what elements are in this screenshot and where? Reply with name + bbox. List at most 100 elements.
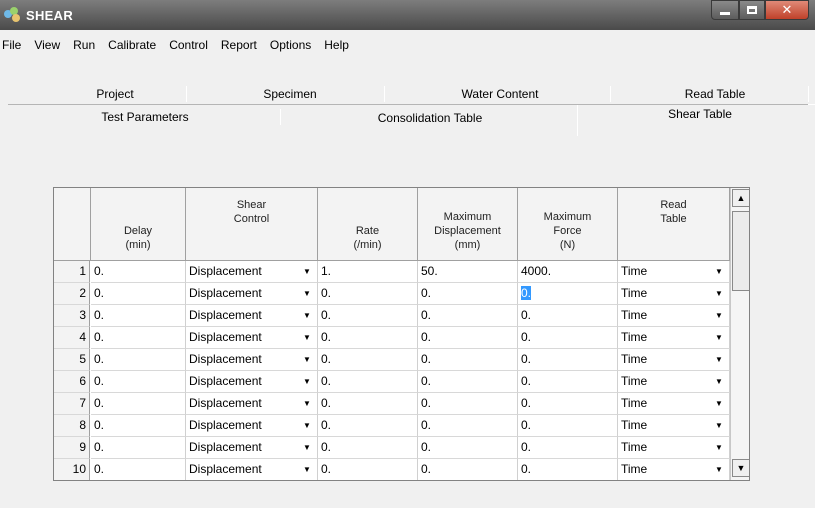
tab-water-content[interactable]: Water Content bbox=[405, 87, 595, 101]
row-number[interactable]: 7 bbox=[54, 393, 90, 415]
max-force-cell[interactable]: 0. bbox=[518, 415, 618, 437]
rate-cell[interactable]: 0. bbox=[318, 305, 418, 327]
chevron-down-icon[interactable]: ▼ bbox=[300, 439, 314, 456]
title-bar[interactable]: SHEAR ✕ bbox=[0, 0, 815, 30]
scroll-up-button[interactable]: ▲ bbox=[732, 189, 749, 207]
max-force-cell[interactable]: 0. bbox=[518, 371, 618, 393]
row-number[interactable]: 1 bbox=[54, 261, 90, 283]
chevron-down-icon[interactable]: ▼ bbox=[300, 395, 314, 412]
row-number[interactable]: 9 bbox=[54, 437, 90, 459]
delay-cell[interactable]: 0. bbox=[91, 305, 186, 327]
max-force-cell[interactable]: 0. bbox=[518, 283, 618, 305]
tab-test-parameters[interactable]: Test Parameters bbox=[60, 110, 230, 124]
chevron-down-icon[interactable]: ▼ bbox=[300, 373, 314, 390]
chevron-down-icon[interactable]: ▼ bbox=[712, 329, 726, 346]
row-number[interactable]: 8 bbox=[54, 415, 90, 437]
delay-cell[interactable]: 0. bbox=[91, 437, 186, 459]
delay-cell[interactable]: 0. bbox=[91, 459, 186, 480]
chevron-down-icon[interactable]: ▼ bbox=[300, 417, 314, 434]
tab-consolidation-table[interactable]: Consolidation Table bbox=[320, 111, 540, 125]
read-table-dropdown[interactable]: Time ▼ bbox=[618, 305, 730, 327]
menu-view[interactable]: View bbox=[34, 38, 60, 56]
read-table-dropdown[interactable]: Time ▼ bbox=[618, 349, 730, 371]
tab-specimen[interactable]: Specimen bbox=[210, 87, 370, 101]
chevron-down-icon[interactable]: ▼ bbox=[712, 351, 726, 368]
max-displacement-cell[interactable]: 0. bbox=[418, 283, 518, 305]
max-displacement-cell[interactable]: 50. bbox=[418, 261, 518, 283]
max-displacement-cell[interactable]: 0. bbox=[418, 349, 518, 371]
max-displacement-cell[interactable]: 0. bbox=[418, 437, 518, 459]
menu-report[interactable]: Report bbox=[221, 38, 257, 56]
shear-control-dropdown[interactable]: Displacement ▼ bbox=[186, 371, 318, 393]
max-displacement-cell[interactable]: 0. bbox=[418, 459, 518, 480]
rate-cell[interactable]: 0. bbox=[318, 415, 418, 437]
chevron-down-icon[interactable]: ▼ bbox=[712, 461, 726, 478]
max-force-cell[interactable]: 0. bbox=[518, 327, 618, 349]
max-displacement-cell[interactable]: 0. bbox=[418, 415, 518, 437]
max-displacement-cell[interactable]: 0. bbox=[418, 393, 518, 415]
menu-help[interactable]: Help bbox=[324, 38, 349, 56]
chevron-down-icon[interactable]: ▼ bbox=[712, 285, 726, 302]
read-table-dropdown[interactable]: Time ▼ bbox=[618, 371, 730, 393]
chevron-down-icon[interactable]: ▼ bbox=[712, 395, 726, 412]
chevron-down-icon[interactable]: ▼ bbox=[300, 461, 314, 478]
vertical-scrollbar[interactable]: ▲ ▼ bbox=[730, 188, 749, 480]
read-table-dropdown[interactable]: Time ▼ bbox=[618, 437, 730, 459]
rate-cell[interactable]: 0. bbox=[318, 371, 418, 393]
tab-read-table[interactable]: Read Table bbox=[630, 87, 800, 101]
max-force-cell[interactable]: 0. bbox=[518, 437, 618, 459]
rate-cell[interactable]: 0. bbox=[318, 437, 418, 459]
read-table-dropdown[interactable]: Time ▼ bbox=[618, 459, 730, 480]
delay-cell[interactable]: 0. bbox=[91, 393, 186, 415]
row-number[interactable]: 2 bbox=[54, 283, 90, 305]
menu-options[interactable]: Options bbox=[270, 38, 311, 56]
chevron-down-icon[interactable]: ▼ bbox=[300, 285, 314, 302]
minimize-button[interactable] bbox=[711, 0, 739, 20]
chevron-down-icon[interactable]: ▼ bbox=[712, 307, 726, 324]
delay-cell[interactable]: 0. bbox=[91, 283, 186, 305]
row-number[interactable]: 4 bbox=[54, 327, 90, 349]
scroll-down-button[interactable]: ▼ bbox=[732, 459, 749, 477]
rate-cell[interactable]: 0. bbox=[318, 459, 418, 480]
max-force-cell[interactable]: 0. bbox=[518, 393, 618, 415]
rate-cell[interactable]: 0. bbox=[318, 349, 418, 371]
delay-cell[interactable]: 0. bbox=[91, 415, 186, 437]
close-button[interactable]: ✕ bbox=[765, 0, 809, 20]
shear-control-dropdown[interactable]: Displacement ▼ bbox=[186, 415, 318, 437]
delay-cell[interactable]: 0. bbox=[91, 327, 186, 349]
menu-control[interactable]: Control bbox=[169, 38, 208, 56]
max-force-cell[interactable]: 4000. bbox=[518, 261, 618, 283]
read-table-dropdown[interactable]: Time ▼ bbox=[618, 283, 730, 305]
row-number[interactable]: 3 bbox=[54, 305, 90, 327]
menu-run[interactable]: Run bbox=[73, 38, 95, 56]
menu-file[interactable]: File bbox=[2, 38, 21, 56]
chevron-down-icon[interactable]: ▼ bbox=[712, 263, 726, 280]
max-force-cell[interactable]: 0. bbox=[518, 349, 618, 371]
chevron-down-icon[interactable]: ▼ bbox=[712, 373, 726, 390]
tab-shear-table[interactable]: Shear Table bbox=[600, 107, 800, 121]
shear-control-dropdown[interactable]: Displacement ▼ bbox=[186, 305, 318, 327]
tab-project[interactable]: Project bbox=[60, 87, 170, 101]
read-table-dropdown[interactable]: Time ▼ bbox=[618, 415, 730, 437]
chevron-down-icon[interactable]: ▼ bbox=[712, 439, 726, 456]
max-displacement-cell[interactable]: 0. bbox=[418, 371, 518, 393]
scrollbar-thumb[interactable] bbox=[732, 211, 749, 291]
max-force-cell[interactable]: 0. bbox=[518, 459, 618, 480]
rate-cell[interactable]: 1. bbox=[318, 261, 418, 283]
shear-control-dropdown[interactable]: Displacement ▼ bbox=[186, 437, 318, 459]
chevron-down-icon[interactable]: ▼ bbox=[712, 417, 726, 434]
max-force-cell[interactable]: 0. bbox=[518, 305, 618, 327]
delay-cell[interactable]: 0. bbox=[91, 261, 186, 283]
chevron-down-icon[interactable]: ▼ bbox=[300, 263, 314, 280]
shear-control-dropdown[interactable]: Displacement ▼ bbox=[186, 459, 318, 480]
rate-cell[interactable]: 0. bbox=[318, 393, 418, 415]
shear-control-dropdown[interactable]: Displacement ▼ bbox=[186, 327, 318, 349]
max-displacement-cell[interactable]: 0. bbox=[418, 305, 518, 327]
chevron-down-icon[interactable]: ▼ bbox=[300, 351, 314, 368]
max-displacement-cell[interactable]: 0. bbox=[418, 327, 518, 349]
shear-control-dropdown[interactable]: Displacement ▼ bbox=[186, 261, 318, 283]
read-table-dropdown[interactable]: Time ▼ bbox=[618, 327, 730, 349]
delay-cell[interactable]: 0. bbox=[91, 349, 186, 371]
row-number[interactable]: 6 bbox=[54, 371, 90, 393]
chevron-down-icon[interactable]: ▼ bbox=[300, 307, 314, 324]
